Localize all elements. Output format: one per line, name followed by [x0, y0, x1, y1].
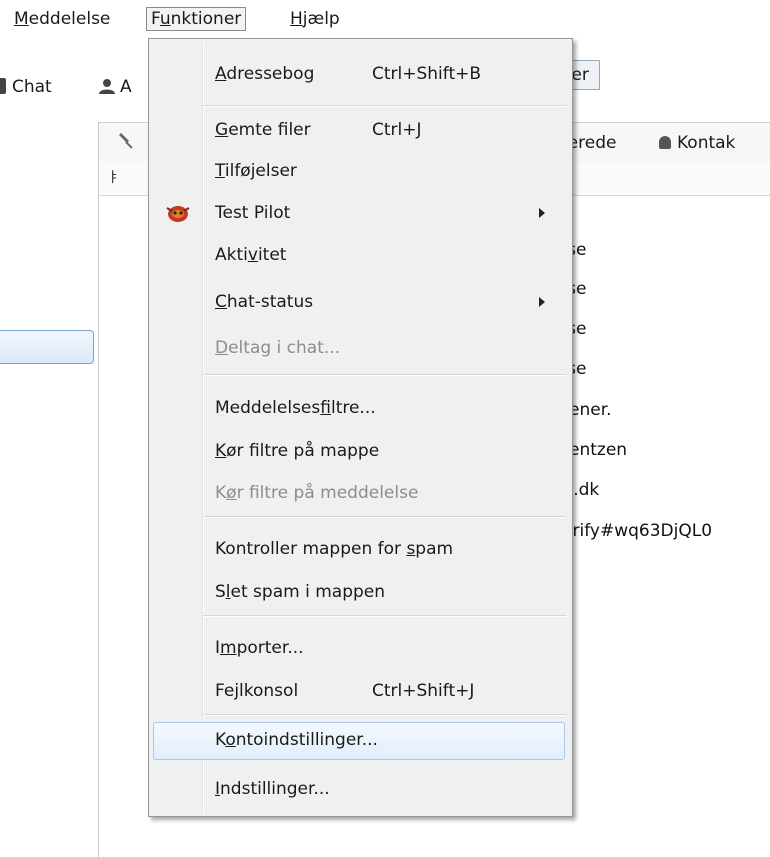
- menu-item-koer-filtre-paa-mappe[interactable]: Kør filtre på mappe: [215, 436, 379, 466]
- shortcut-fejlkonsol: Ctrl+Shift+J: [372, 681, 475, 701]
- folder-pane: [0, 122, 99, 857]
- menu-item-meddelelsesfiltre[interactable]: Meddelelsesfiltre...: [215, 393, 376, 423]
- menu-separator: [203, 105, 566, 107]
- menu-bar: Meddelelse Funktioner Hjælp: [0, 0, 770, 38]
- menu-item-adressebog[interactable]: Adressebog: [215, 59, 314, 89]
- thread-column-icon[interactable]: ㅑ: [107, 167, 120, 187]
- menu-item-kontroller-spam[interactable]: Kontroller mappen for spam: [215, 534, 453, 564]
- selected-folder[interactable]: [0, 330, 94, 364]
- menu-separator: [203, 615, 566, 617]
- menu-icon-gutter: [202, 42, 204, 812]
- contact-icon: [659, 136, 671, 149]
- submenu-arrow-icon: [539, 208, 545, 218]
- test-pilot-icon: [166, 206, 190, 222]
- menu-funktioner[interactable]: Funktioner: [146, 7, 247, 31]
- menu-meddelelse[interactable]: Meddelelse: [10, 7, 114, 31]
- menu-item-indstillinger[interactable]: Indstillinger...: [215, 774, 330, 804]
- menu-separator: [203, 714, 566, 716]
- message-row-subject[interactable]: verify#wq63DjQL0: [552, 519, 712, 543]
- chat-icon: [0, 78, 6, 94]
- menu-item-tilfoejelser[interactable]: Tilføjelser: [215, 156, 297, 186]
- menu-item-fejlkonsol[interactable]: Fejlkonsol: [215, 676, 298, 706]
- address-book-button[interactable]: A: [98, 74, 132, 100]
- contact-filter[interactable]: Kontak: [659, 131, 735, 155]
- menu-item-koer-filtre-paa-meddelelse: Kør filtre på meddelelse: [215, 483, 419, 503]
- menu-hjaelp[interactable]: Hjælp: [286, 7, 344, 31]
- menu-item-deltag-i-chat: Deltag i chat...: [215, 338, 341, 358]
- menu-item-chat-status[interactable]: Chat-status: [215, 287, 313, 317]
- menu-separator: [203, 516, 566, 518]
- shortcut-adressebog: Ctrl+Shift+B: [372, 64, 482, 84]
- menu-separator: [203, 374, 566, 376]
- menu-item-kontoindstillinger[interactable]: Kontoindstillinger...: [215, 725, 378, 755]
- submenu-arrow-icon: [539, 297, 545, 307]
- menu-item-slet-spam[interactable]: Slet spam i mappen: [215, 577, 385, 607]
- funktioner-dropdown-menu: Adressebog Ctrl+Shift+B Gemte filer Ctrl…: [148, 38, 573, 817]
- menu-item-importer[interactable]: Importer...: [215, 633, 304, 663]
- menu-item-gemte-filer[interactable]: Gemte filer: [215, 115, 311, 145]
- menu-item-aktivitet[interactable]: Aktivitet: [215, 240, 286, 270]
- pin-icon[interactable]: [117, 131, 135, 149]
- menu-item-test-pilot[interactable]: Test Pilot: [215, 198, 290, 228]
- contact-icon: [99, 79, 115, 94]
- chat-button[interactable]: Chat: [0, 74, 52, 100]
- shortcut-gemte-filer: Ctrl+J: [372, 120, 422, 140]
